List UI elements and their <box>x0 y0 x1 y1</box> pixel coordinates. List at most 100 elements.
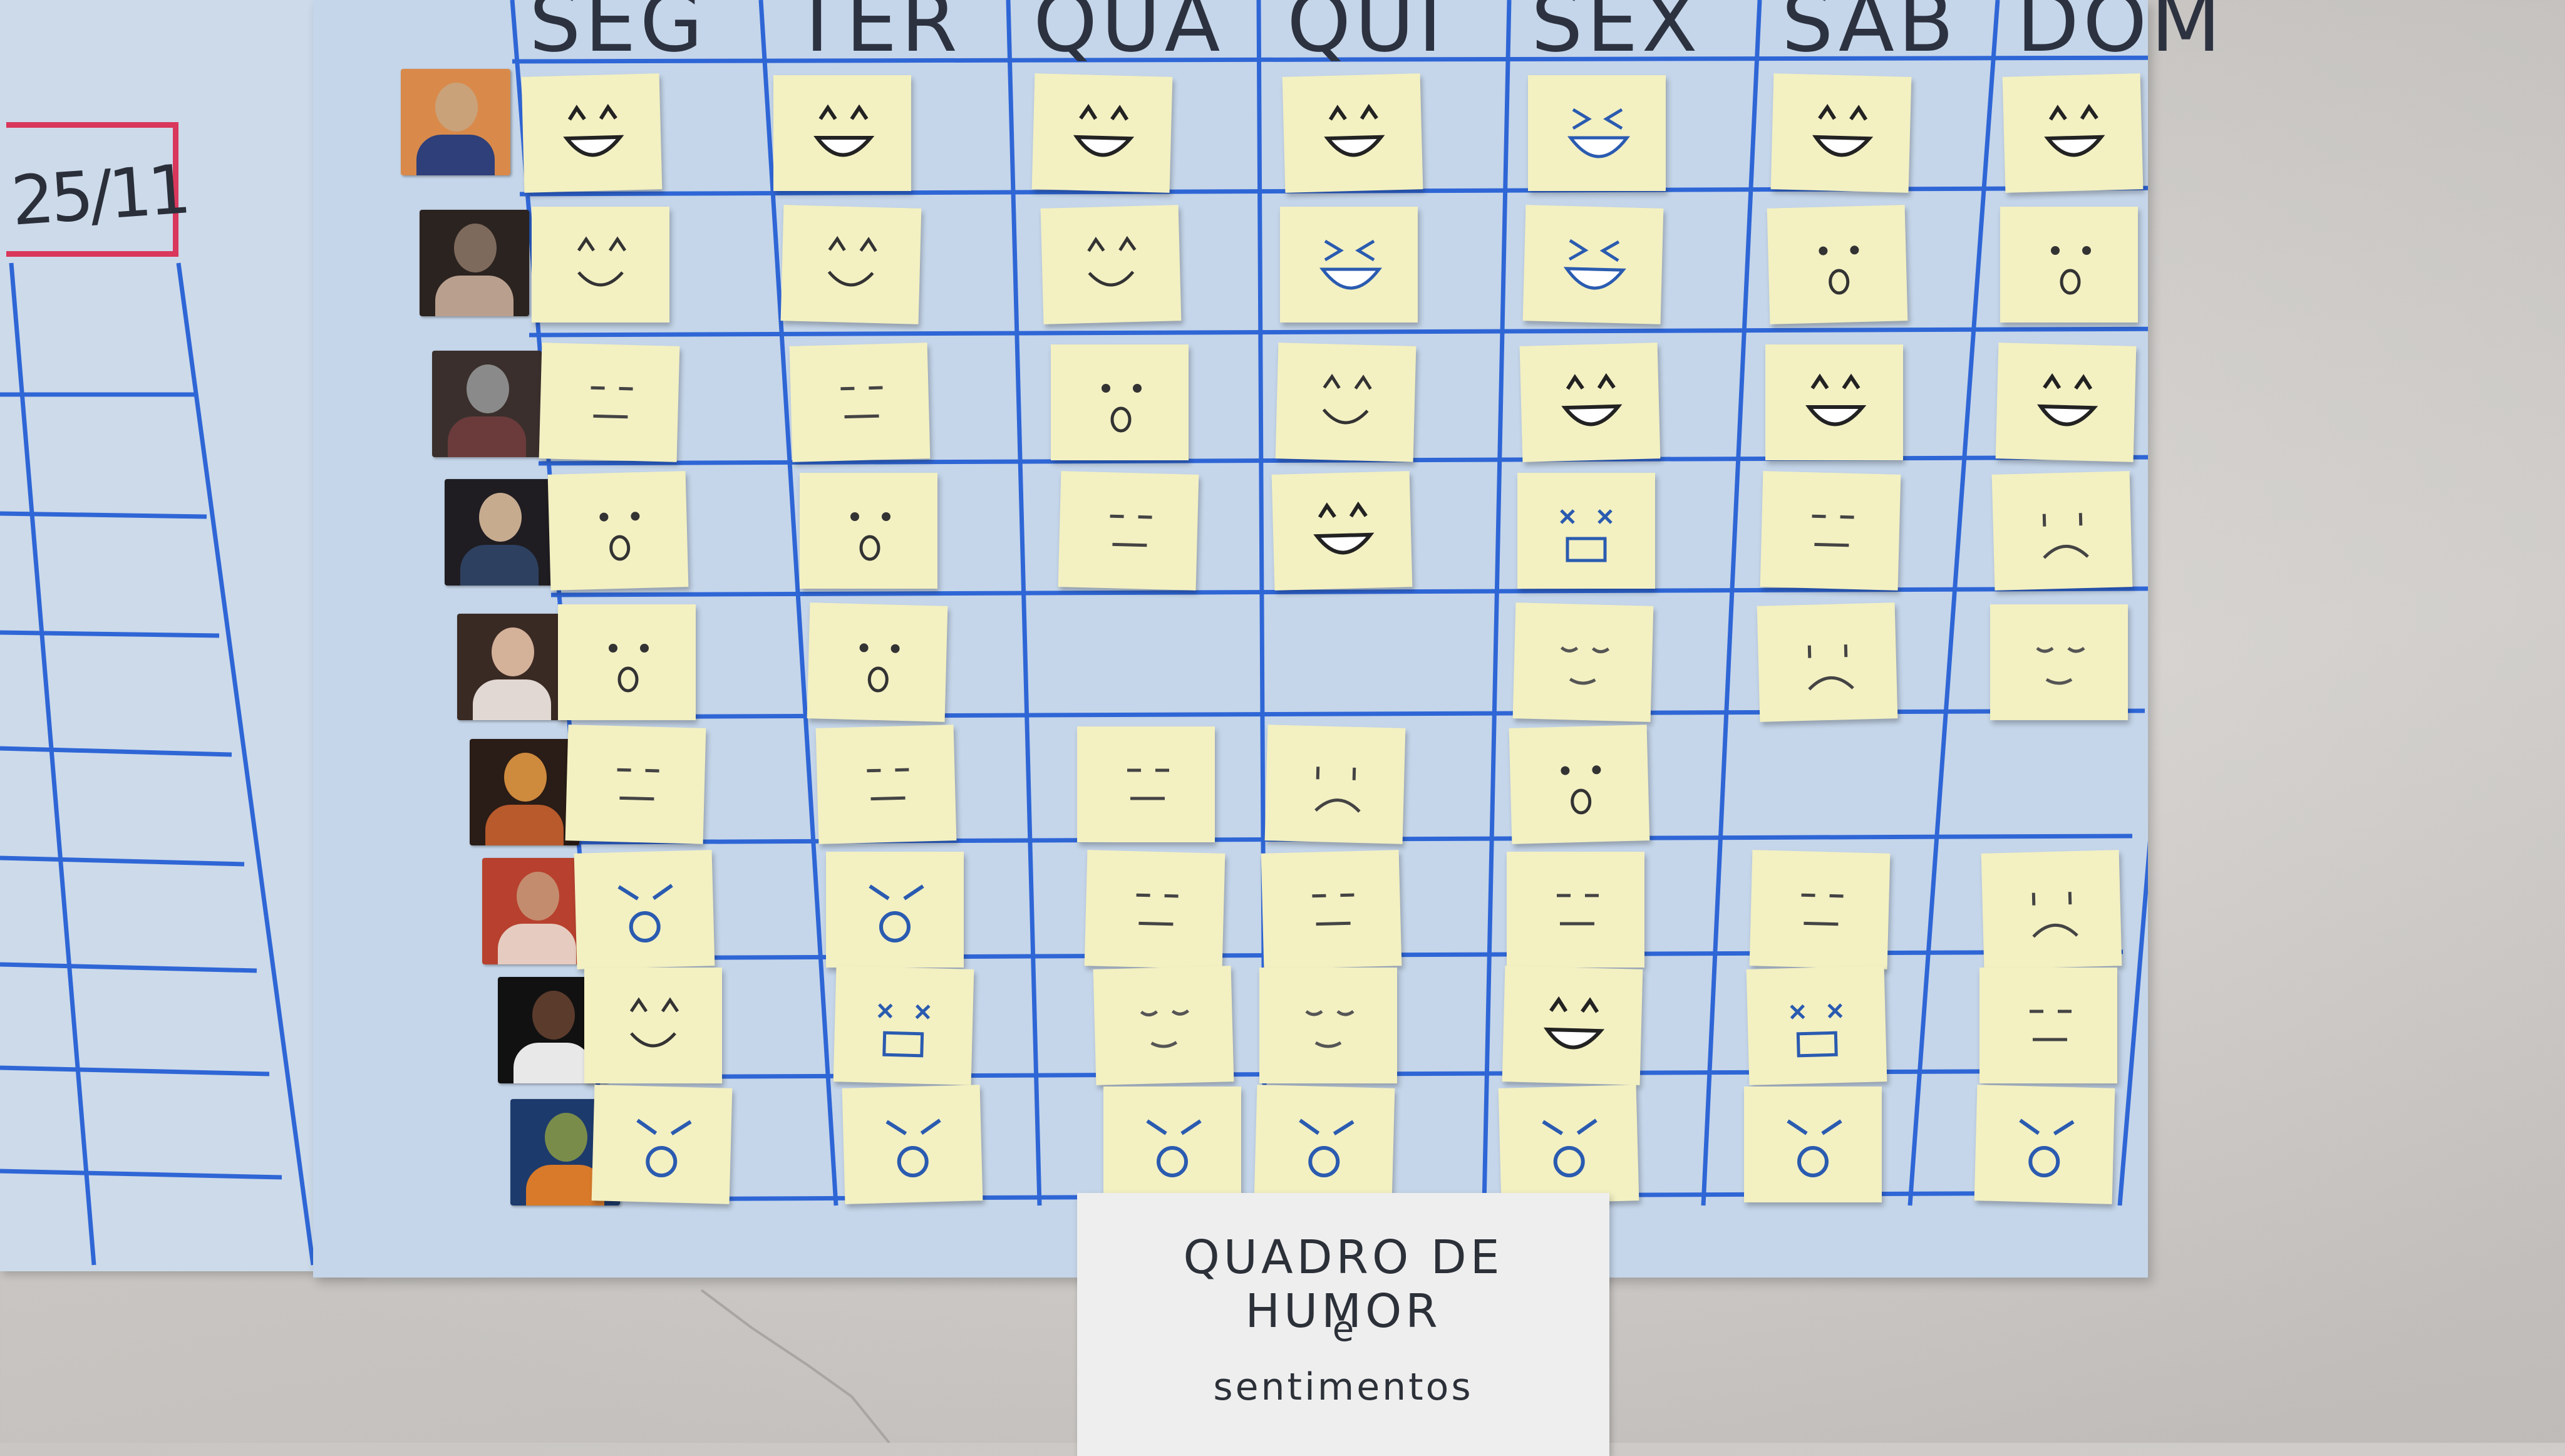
face-drawing <box>1801 893 1844 926</box>
face-drawing <box>617 768 659 801</box>
mood-sticky-note <box>1498 1085 1639 1204</box>
face-drawing <box>1312 893 1355 926</box>
mood-sticky-note <box>1040 205 1182 324</box>
member-photo <box>470 739 579 845</box>
mood-sticky-note <box>1271 471 1413 591</box>
day-label-sab: SAB <box>1782 0 1958 70</box>
mood-sticky-note <box>558 604 696 720</box>
mood-sticky-note <box>1765 344 1903 460</box>
mood-sticky-note <box>1744 1087 1882 1202</box>
face-drawing <box>877 1003 931 1058</box>
face-drawing <box>2036 373 2098 426</box>
mood-sticky-note <box>1509 725 1650 844</box>
face-drawing <box>1146 1119 1202 1177</box>
mood-sticky-note <box>1767 205 1908 324</box>
face-drawing <box>827 235 877 287</box>
date-label: 25/11 <box>8 150 190 241</box>
face-drawing <box>1560 509 1613 562</box>
face-drawing <box>617 884 673 942</box>
face-drawing <box>1807 644 1854 691</box>
face-drawing <box>1787 1119 1842 1177</box>
mood-sticky-note <box>1770 73 1912 193</box>
mood-sticky-note <box>1264 725 1406 844</box>
mood-sticky-note <box>826 852 964 968</box>
mood-sticky-note <box>574 850 715 969</box>
face-drawing <box>1564 239 1627 290</box>
face-drawing <box>840 386 883 419</box>
member-photo <box>457 614 567 720</box>
mood-sticky-note <box>1750 850 1891 969</box>
mood-sticky-note <box>780 205 922 324</box>
mood-sticky-note <box>815 725 957 844</box>
face-drawing <box>1102 384 1142 433</box>
left-calendar-board: 25/11 <box>0 0 363 1271</box>
member-photo <box>420 210 529 316</box>
title-line-2: e <box>1332 1309 1355 1350</box>
face-drawing <box>636 1118 692 1177</box>
face-drawing <box>1812 514 1854 547</box>
mood-sticky-note <box>833 966 974 1085</box>
face-drawing <box>1542 1118 1597 1177</box>
mood-sticky-note <box>773 75 911 191</box>
mood-sticky-note <box>565 725 706 844</box>
face-drawing <box>1561 373 1623 426</box>
day-label-dom: DOM <box>2016 0 2225 70</box>
face-drawing <box>2042 513 2090 559</box>
mood-sticky-note <box>1757 602 1897 722</box>
face-drawing <box>577 236 627 287</box>
mood-sticky-note <box>1259 968 1397 1083</box>
mood-sticky-note <box>1746 966 1887 1085</box>
mood-sticky-note <box>1058 471 1199 591</box>
mood-sticky-note <box>807 602 948 722</box>
face-drawing <box>2051 246 2092 295</box>
face-drawing <box>1322 373 1372 425</box>
mood-sticky-note <box>842 1085 983 1204</box>
face-drawing <box>1567 108 1631 158</box>
mood-sticky-note <box>1995 343 2137 462</box>
mood-sticky-note <box>800 473 937 589</box>
title-line-3: sentimentos <box>1213 1365 1473 1409</box>
mood-sticky-note <box>521 73 663 193</box>
mood-sticky-note <box>1523 205 1664 324</box>
mood-sticky-note <box>1093 966 1234 1085</box>
face-drawing <box>1805 373 1867 426</box>
mood-sticky-note <box>1280 207 1418 323</box>
face-drawing <box>609 644 649 693</box>
face-drawing <box>1324 103 1385 157</box>
mood-sticky-note <box>1990 604 2128 720</box>
mood-sticky-note <box>547 471 689 591</box>
mood-sticky-note <box>2000 207 2139 323</box>
mood-sticky-note <box>1275 343 1417 462</box>
mood-sticky-note <box>1254 1085 1395 1204</box>
face-drawing <box>1819 245 1859 295</box>
face-drawing <box>859 643 900 693</box>
mood-sticky-note <box>1981 850 2122 969</box>
mood-sticky-note <box>584 968 722 1083</box>
face-drawing <box>1557 894 1599 926</box>
mood-sticky-note <box>1084 850 1226 969</box>
face-drawing <box>599 512 640 561</box>
face-drawing <box>1543 996 1604 1050</box>
mood-sticky-note <box>2002 73 2144 193</box>
face-drawing <box>1087 235 1137 287</box>
face-drawing <box>2019 1118 2075 1177</box>
mood-sticky-note <box>1261 850 1402 969</box>
mood-sticky-note <box>1979 968 2117 1083</box>
face-drawing <box>629 997 679 1048</box>
mood-sticky-note <box>1051 344 1189 460</box>
face-drawing <box>2044 103 2105 157</box>
face-drawing <box>1790 1003 1843 1058</box>
mood-sticky-note <box>1103 1087 1241 1202</box>
mood-sticky-note <box>1991 471 2133 591</box>
face-drawing <box>1299 1118 1355 1177</box>
mood-sticky-note <box>539 343 680 462</box>
face-drawing <box>1110 514 1152 547</box>
member-photo <box>401 69 510 175</box>
face-drawing <box>850 512 890 561</box>
face-drawing <box>1560 646 1609 685</box>
mood-sticky-note <box>1760 471 1901 591</box>
face-drawing <box>1313 501 1375 555</box>
mood-sticky-note <box>1517 473 1656 589</box>
face-drawing <box>1314 767 1361 813</box>
face-drawing <box>1127 768 1169 800</box>
